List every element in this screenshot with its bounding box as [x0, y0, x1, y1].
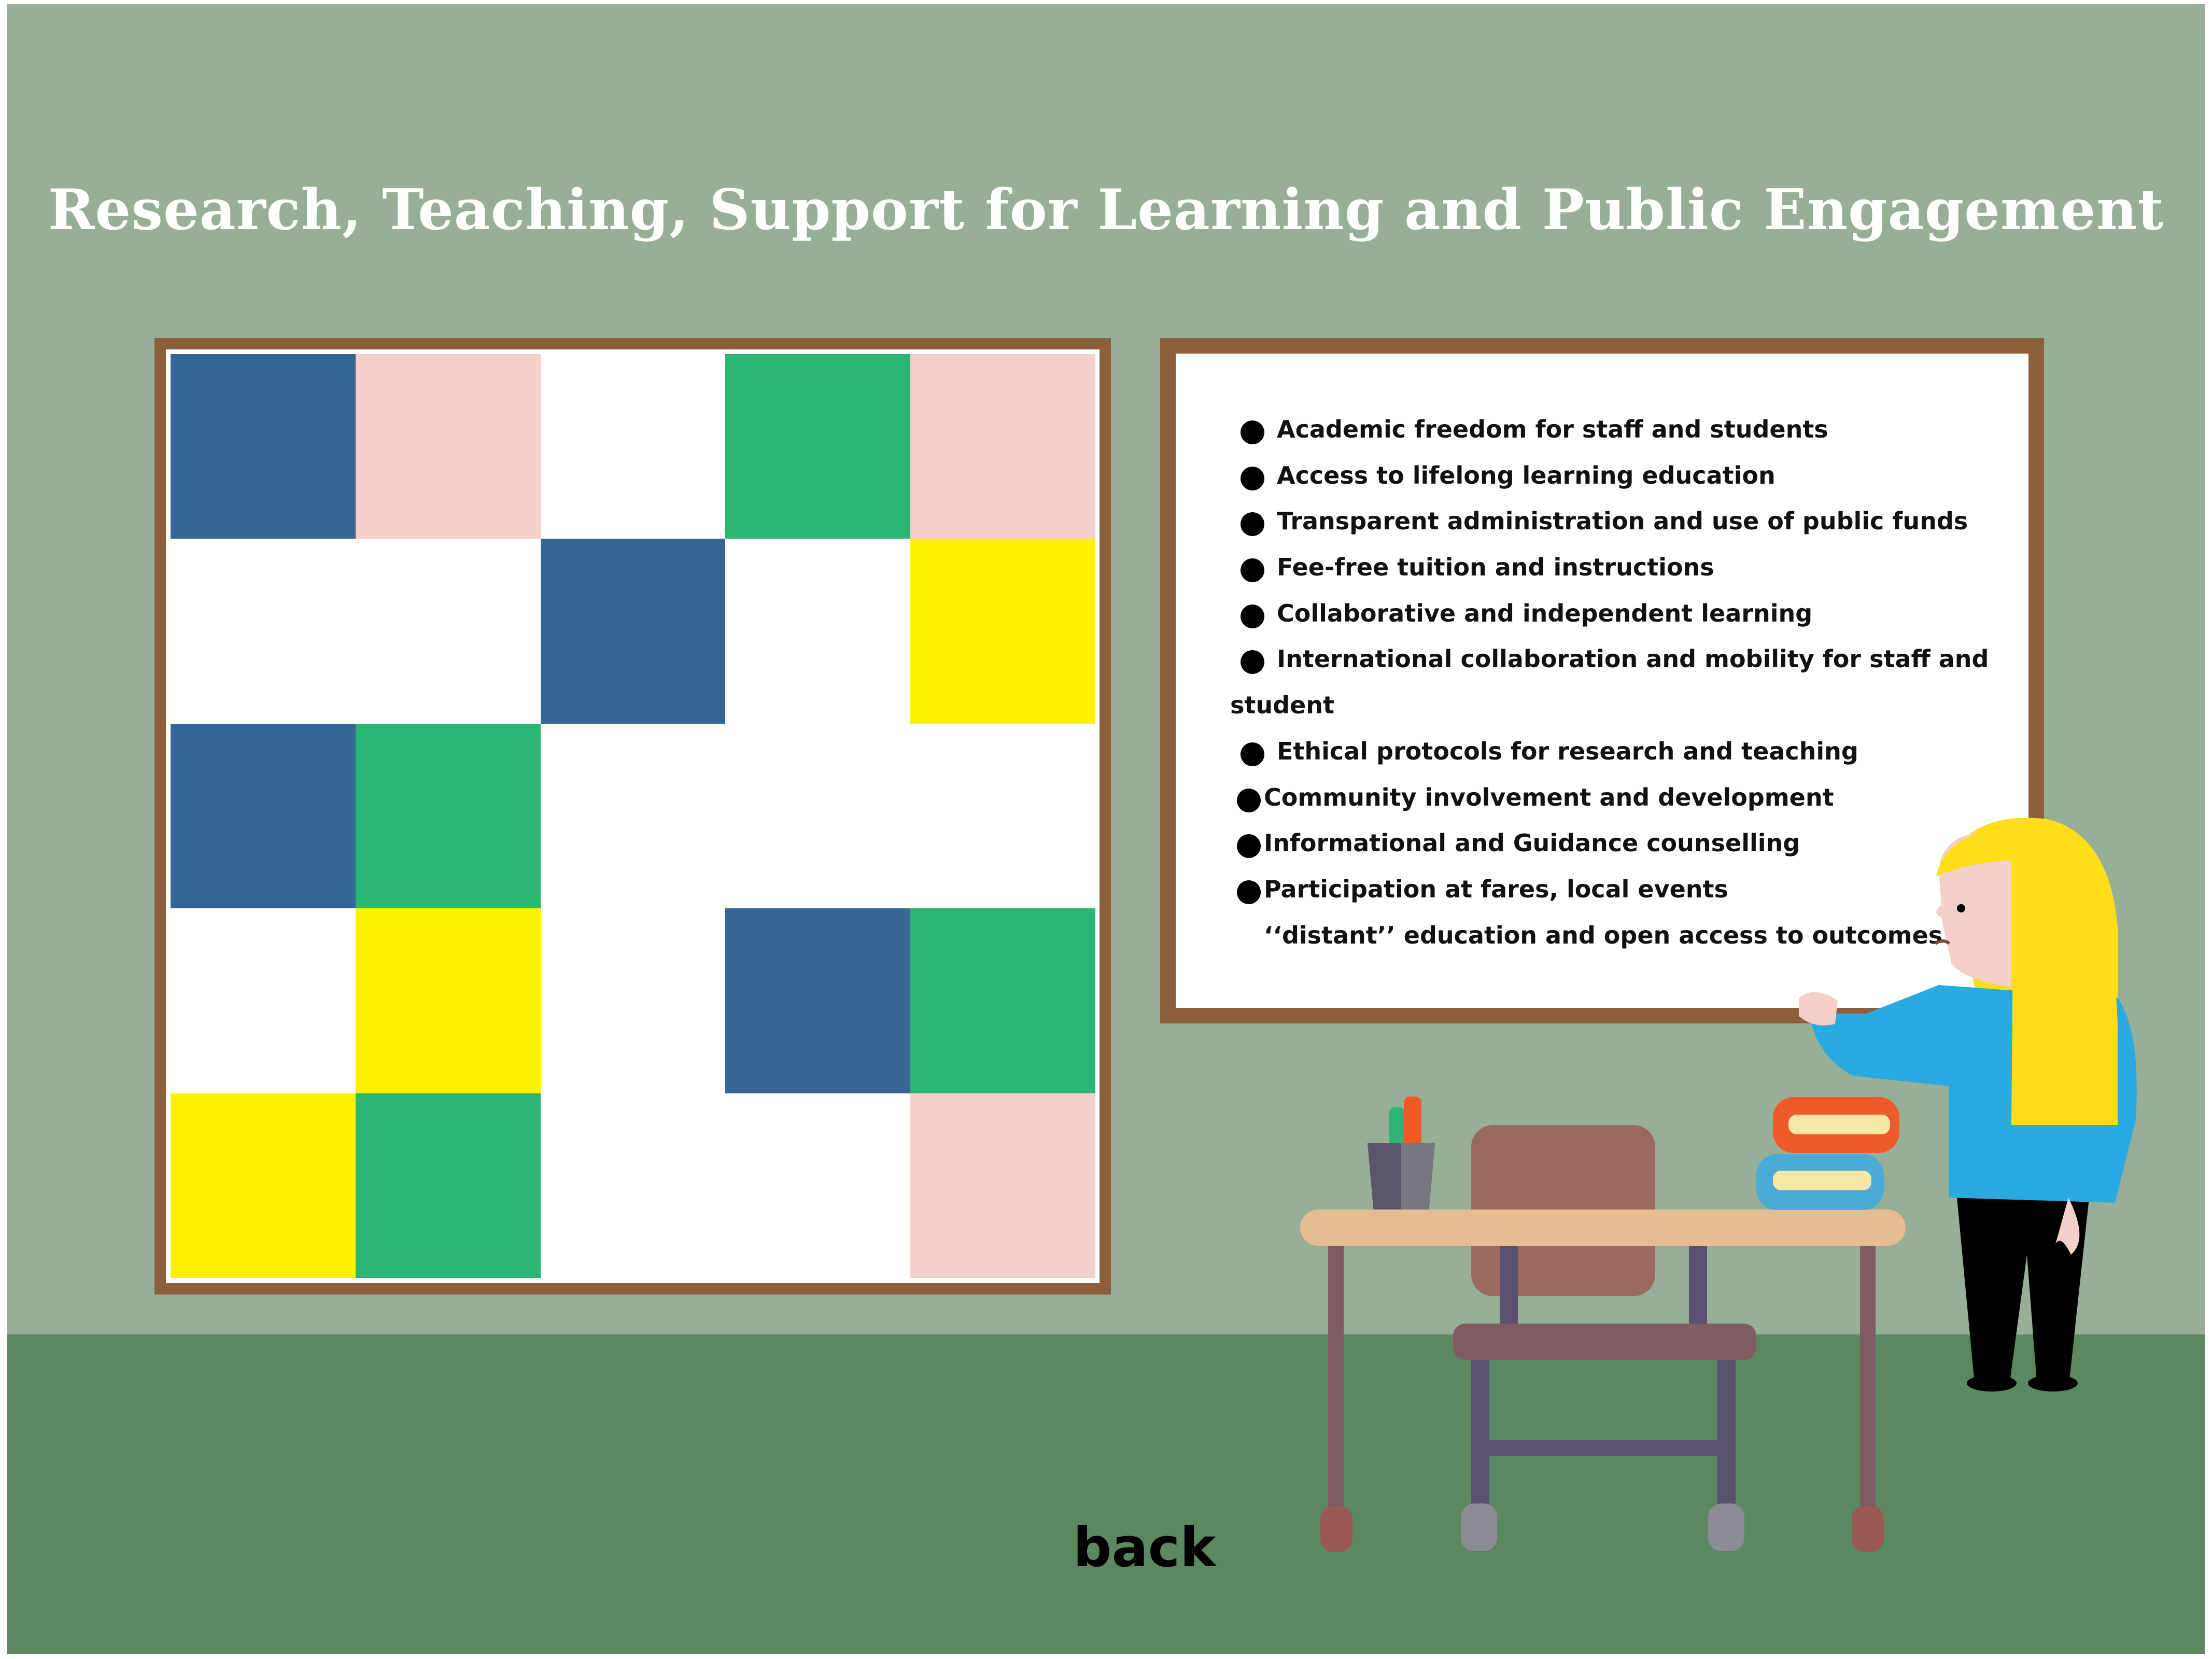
pencil-cup-icon	[1368, 1096, 1435, 1213]
book-stack-icon	[1756, 1097, 1899, 1210]
back-button[interactable]: back	[1073, 1514, 1216, 1581]
furniture-layer	[1300, 818, 2137, 1552]
classroom-scene: Research, Teaching, Support for Learning…	[0, 0, 2212, 1659]
